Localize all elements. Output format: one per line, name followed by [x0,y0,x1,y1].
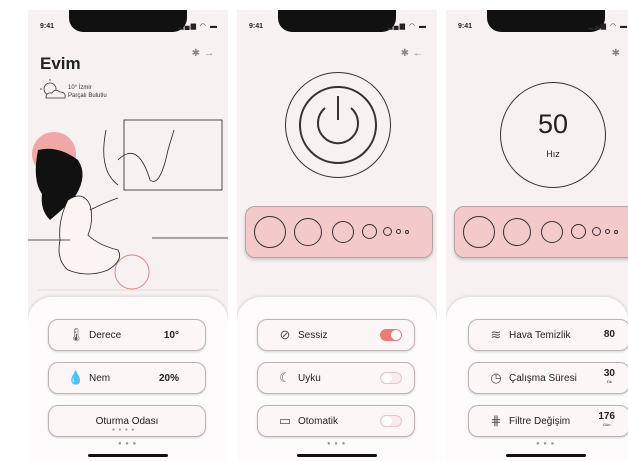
silent-label: Sessiz [298,329,328,341]
silent-row: ⊘ Sessiz [257,319,415,351]
speed-selector[interactable] [454,206,628,258]
filter-change-value: 176 Gün [598,412,615,429]
home-screen: 9:41 ▂▄▆ ◠ ▬ ✱→ Evim 10° İzmir Parçalı B… [28,10,228,461]
page-indicator: ● ● ● [118,441,138,447]
weather-cloud-icon [40,79,66,99]
speed-level-4[interactable] [503,218,531,246]
status-icons: ▂▄▆ ◠ ▬ [387,23,427,30]
speed-display: 50 Hız [500,82,606,188]
room-label: Oturma Odası [95,415,159,427]
home-indicator [297,454,377,457]
speed-level-3[interactable] [332,221,354,243]
speed-level-2[interactable] [362,224,377,239]
filter-change-unit: Gün [602,422,611,427]
speed-level-5[interactable] [463,216,495,248]
filter-icon: ⋕ [490,413,502,428]
run-time-label: Çalışma Süresi [509,372,577,384]
air-clean-number: 80 [603,329,615,340]
home-indicator [88,454,168,457]
weather-temp: 10° İzmir [68,85,92,91]
bottom-panel: ⊘ Sessiz ☾ Uyku ▭ Otomatik ● ● ● [237,297,437,461]
temperature-label: Derece [89,329,122,341]
page-title: Evim [40,54,81,73]
toggle-knob [391,330,401,340]
status-icons: ▂▄▆ ◠ ▬ [588,23,628,30]
speed-level-0[interactable] [396,229,401,234]
header-actions: ✱← [401,48,427,59]
notch [69,10,187,32]
sleep-row: ☾ Uyku [257,362,415,394]
auto-toggle[interactable] [380,415,402,427]
speed-level-4[interactable] [294,218,322,246]
speed-label: Hız [546,149,560,159]
mute-icon: ⊘ [279,327,291,342]
temperature-card[interactable]: 🌡 Derece 10° [48,319,206,351]
auto-row: ▭ Otomatik [257,405,415,437]
arrow-left-icon[interactable]: ← [413,48,427,59]
speed-level-2[interactable] [571,224,586,239]
humidity-label: Nem [89,372,111,384]
run-time-row[interactable]: ◷ Çalışma Süresi 30 Dk [468,362,628,394]
power-icon [317,96,359,145]
humidity-card[interactable]: 💧 Nem 20% [48,362,206,394]
temperature-value: 10° [163,329,179,341]
gear-icon[interactable]: ✱ [612,48,624,59]
wind-icon: ≋ [490,327,502,342]
power-screen: 9:41 ▂▄▆ ◠ ▬ ✱← ⊘ Sessiz ☾ Uyku ▭ Otomat… [237,10,437,461]
thermometer-icon: 🌡 [67,327,85,342]
toggle-knob [382,416,392,426]
filter-change-row[interactable]: ⋕ Filtre Değişim 176 Gün [468,405,628,437]
silent-toggle[interactable] [380,329,402,341]
status-time: 9:41 [249,23,264,30]
bottom-panel: 🌡 Derece 10° 💧 Nem 20% Oturma Odası ● ● … [28,297,228,461]
speed-level-0[interactable] [605,229,610,234]
gear-icon[interactable]: ✱ [401,48,413,59]
toggle-knob [382,373,392,383]
filter-change-label: Filtre Değişim [509,415,571,427]
speed-level-1[interactable] [383,227,392,236]
weather-desc: Parçalı Bulutlu [68,93,107,99]
speed-selector[interactable] [245,206,433,258]
air-clean-row[interactable]: ≋ Hava Temizlik 80 [468,319,628,351]
page-indicator: ● ● ● [327,441,347,447]
page-indicator: ● ● ● [536,441,556,447]
header-actions: ✱ [612,48,624,59]
notch [278,10,396,32]
auto-icon: ▭ [278,413,292,428]
header-actions: ✱→ [192,48,218,59]
status-icons: ▂▄▆ ◠ ▬ [178,23,218,30]
sleep-label: Uyku [298,372,321,384]
speed-value: 50 [537,109,569,139]
gear-icon[interactable]: ✱ [192,48,204,59]
clock-icon: ◷ [490,370,502,385]
status-time: 9:41 [40,23,55,30]
arrow-right-icon[interactable]: → [204,48,218,59]
moon-icon: ☾ [279,370,291,385]
status-time: 9:41 [458,23,473,30]
speed-level-min[interactable] [614,230,618,234]
weather-info: 10° İzmir Parçalı Bulutlu [68,84,107,100]
speed-level-5[interactable] [254,216,286,248]
run-time-value: 30 Dk [604,369,615,386]
air-clean-label: Hava Temizlik [509,329,571,341]
bottom-panel: ≋ Hava Temizlik 80 ◷ Çalışma Süresi 30 Dk… [446,297,628,461]
droplet-icon: 💧 [67,370,85,385]
room-carousel-dots: ● ● ● ● [112,427,136,433]
sleep-toggle[interactable] [380,372,402,384]
home-indicator [506,454,586,457]
air-clean-value: 80 [603,329,615,340]
speed-level-1[interactable] [592,227,601,236]
power-dial[interactable] [285,72,391,178]
humidity-value: 20% [158,372,179,384]
speed-screen: 9:41 ▂▄▆ ◠ ▬ ✱ 50 Hız ≋ Hava Temizlik 80… [446,10,628,461]
speed-level-min[interactable] [405,230,409,234]
woman-illustration [28,119,228,291]
auto-label: Otomatik [298,415,339,427]
speed-level-3[interactable] [541,221,563,243]
run-time-unit: Dk [606,379,612,384]
